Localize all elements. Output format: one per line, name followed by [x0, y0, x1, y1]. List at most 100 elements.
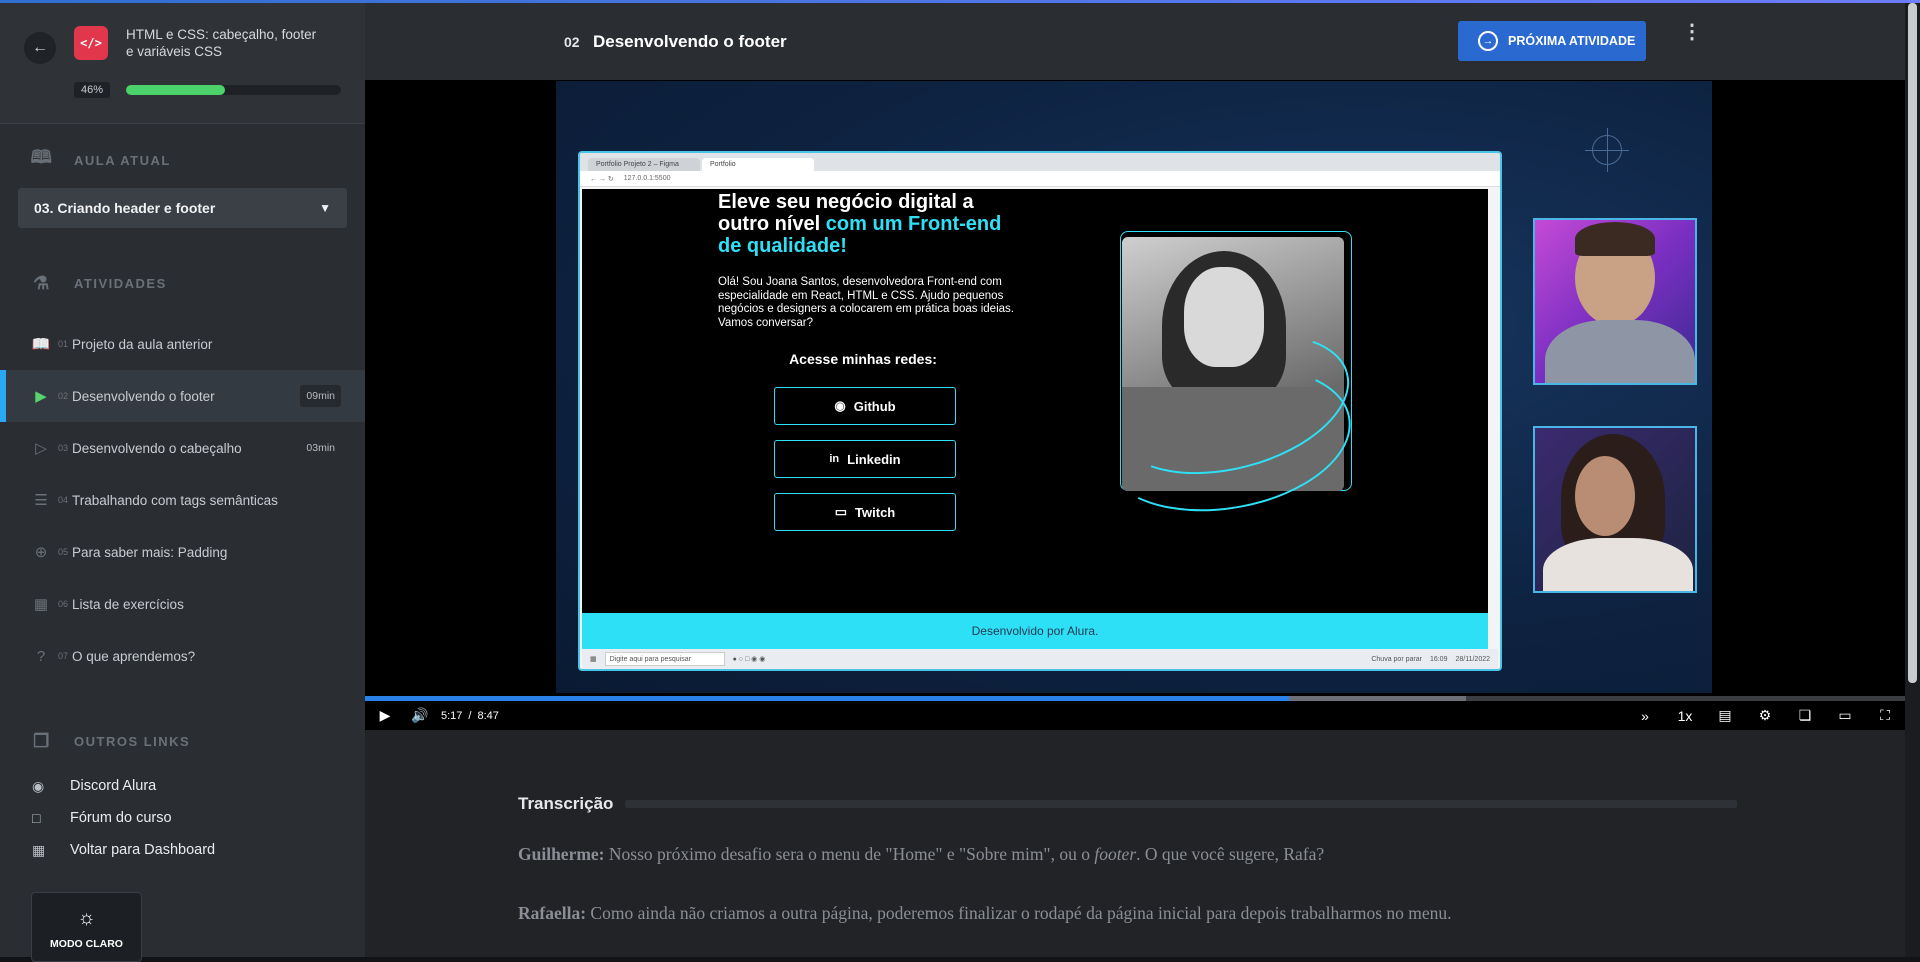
captions-button[interactable]: ▤	[1705, 701, 1745, 730]
scrollbar-thumb[interactable]	[1908, 3, 1917, 683]
settings-button[interactable]: ⚙	[1745, 701, 1785, 730]
linkedin-icon: in	[829, 453, 840, 465]
taskbar-date: 28/11/2022	[1455, 655, 1490, 663]
activity-item-02[interactable]: ▶ 02 Desenvolvendo o footer 09min	[0, 370, 365, 422]
sun-icon: ☼	[77, 907, 96, 929]
more-options-icon[interactable]: ⋮	[1682, 22, 1702, 42]
lesson-topbar: 02 Desenvolvendo o footer → PRÓXIMA ATIV…	[365, 3, 1920, 80]
theater-button[interactable]: ▭	[1825, 701, 1865, 730]
activity-number: 03	[58, 443, 69, 453]
video-icon: ▶	[35, 388, 47, 405]
fullscreen-icon: ⛶	[1880, 707, 1890, 723]
activity-item-03[interactable]: ▷ 03 Desenvolvendo o cabeçalho 03min	[0, 422, 365, 474]
activity-label: Projeto da aula anterior	[72, 336, 213, 352]
activity-label: Trabalhando com tags semânticas	[72, 492, 278, 508]
volume-icon: 🔊	[411, 707, 429, 723]
light-mode-label: MODO CLARO	[50, 938, 123, 950]
browser-tab: Portfolio	[702, 158, 814, 171]
transcript-emphasis: footer	[1094, 844, 1137, 864]
volume-button[interactable]: 🔊	[405, 701, 435, 730]
linkedin-button: in Linkedin	[774, 440, 956, 478]
video-player[interactable]: Portfolio Projeto 2 – Figma Portfolio ← …	[365, 80, 1905, 730]
activity-item-05[interactable]: ⊕ 05 Para saber mais: Padding	[0, 526, 365, 578]
instructor-face	[1575, 456, 1635, 536]
twitch-label: Twitch	[855, 504, 896, 520]
activity-number: 02	[58, 391, 69, 401]
taskbar-search: Digite aqui para pesquisar	[604, 652, 725, 666]
speaker-name: Rafaella:	[518, 903, 587, 923]
crosshair-decoration	[1585, 128, 1629, 172]
link-forum[interactable]: □ Fórum do curso	[0, 802, 365, 834]
book-outline-icon: 🕮	[30, 147, 54, 167]
activity-item-04[interactable]: ☰ 04 Trabalhando com tags semânticas	[0, 474, 365, 526]
skip-forward-icon: »	[1641, 707, 1649, 724]
play-button[interactable]: ▶	[365, 701, 405, 730]
github-button: ◉ Github	[774, 387, 956, 425]
activity-item-01[interactable]: 📖 01 Projeto da aula anterior	[0, 318, 365, 370]
transcript-title: Transcrição	[518, 794, 614, 813]
progress-bar-fill	[126, 85, 225, 95]
pip-button[interactable]: ❏	[1785, 701, 1825, 730]
screen-share-browser: Portfolio Projeto 2 – Figma Portfolio ← …	[578, 151, 1502, 671]
discord-icon: ◉	[32, 777, 45, 794]
site-social-heading: Acesse minhas redes:	[789, 351, 937, 367]
activities-heading: ⚗ ATIVIDADES	[32, 273, 167, 293]
video-controls: ▶ 🔊 5:17 / 8:47 » 1x ▤ ⚙ ❏ ▭ ⛶	[365, 701, 1905, 730]
theater-mode-icon: ▭	[1838, 707, 1852, 723]
grid-icon: ▦	[33, 596, 49, 613]
course-sidebar: ← </> HTML e CSS: cabeçalho, footer e va…	[0, 0, 365, 962]
activity-item-06[interactable]: ▦ 06 Lista de exercícios	[0, 578, 365, 630]
transcript-divider	[625, 800, 1738, 808]
activity-number: 07	[58, 651, 69, 661]
linkedin-label: Linkedin	[847, 451, 901, 467]
activity-label: Desenvolvendo o cabeçalho	[72, 440, 242, 456]
activity-duration: 03min	[300, 437, 341, 459]
person-question-icon: ?	[36, 647, 46, 665]
activity-number: 05	[58, 547, 69, 557]
next-activity-button[interactable]: → PRÓXIMA ATIVIDADE	[1458, 21, 1646, 61]
twitch-icon: ▭	[834, 504, 848, 519]
speaker-name: Guilherme:	[518, 844, 605, 864]
site-headline: Eleve seu negócio digital a outro nível …	[718, 191, 1018, 257]
list-icon: ☰	[34, 492, 48, 509]
activity-item-07[interactable]: ? 07 O que aprendemos?	[0, 630, 365, 682]
controls-right: » 1x ▤ ⚙ ❏ ▭ ⛶	[1625, 701, 1905, 730]
video-frame: Portfolio Projeto 2 – Figma Portfolio ← …	[556, 81, 1712, 693]
page-scrollbar[interactable]	[1905, 3, 1920, 957]
instructor-hair	[1575, 222, 1655, 256]
skip-button[interactable]: »	[1625, 701, 1665, 730]
activity-duration: 09min	[300, 385, 341, 407]
taskbar-time: 16:09	[1429, 655, 1448, 663]
back-button[interactable]: ←	[24, 32, 56, 64]
activity-label: Para saber mais: Padding	[72, 544, 228, 560]
transcript-section: Transcrição Guilherme: Nosso próximo des…	[365, 730, 1905, 957]
progress-bar	[126, 85, 341, 95]
video-icon: ▷	[35, 440, 47, 457]
gear-icon: ⚙	[1758, 707, 1772, 723]
activities-label: ATIVIDADES	[74, 275, 167, 291]
github-label: Github	[853, 398, 896, 414]
arrow-left-icon: ←	[32, 39, 48, 56]
instructor-shirt	[1543, 538, 1693, 591]
link-dashboard[interactable]: ▦ Voltar para Dashboard	[0, 834, 365, 866]
lesson-dropdown[interactable]: 03. Criando header e footer ▼	[18, 188, 347, 228]
taskbar-apps-icon: ● ○ □ ◉ ◉	[732, 656, 766, 663]
other-links-list: ◉ Discord Alura □ Fórum do curso ▦ Volta…	[0, 770, 365, 866]
browser-url: 127.0.0.1:5500	[623, 175, 671, 182]
top-accent-line	[0, 0, 1920, 3]
lesson-dropdown-value: 03. Criando header e footer	[34, 200, 216, 216]
captions-icon: ▤	[1718, 707, 1732, 723]
link-discord[interactable]: ◉ Discord Alura	[0, 770, 365, 802]
browser-url-bar: ← → ↻ 127.0.0.1:5500	[580, 171, 1500, 187]
transcript-header: Transcrição	[518, 794, 1738, 814]
speed-button[interactable]: 1x	[1665, 701, 1705, 730]
transcript-text: Como ainda não criamos a outra página, p…	[586, 903, 1452, 923]
other-links-label: OUTROS LINKS	[74, 733, 191, 749]
forum-icon: □	[32, 810, 41, 826]
lesson-title: Desenvolvendo o footer	[593, 32, 787, 51]
activity-number: 06	[58, 599, 69, 609]
light-mode-button[interactable]: ☼ MODO CLARO	[31, 892, 142, 962]
twitch-button: ▭ Twitch	[774, 493, 956, 531]
flask-icon: ⚗	[33, 272, 51, 293]
fullscreen-button[interactable]: ⛶	[1865, 701, 1905, 730]
